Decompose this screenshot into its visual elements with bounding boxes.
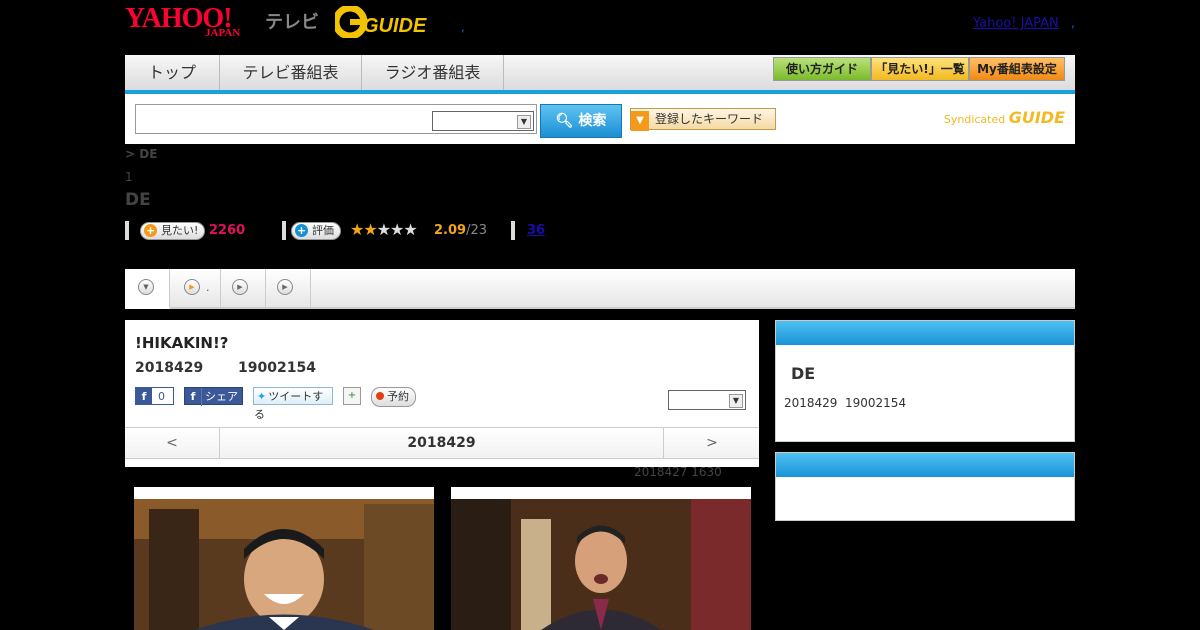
date-navigator: < 2018429 > bbox=[125, 427, 759, 459]
update-timestamp: 2018427 1630 bbox=[634, 465, 722, 479]
program-subtabs: ▼ ▶ . ▶ ▶ bbox=[125, 269, 1075, 309]
star-icon: ★ bbox=[403, 220, 417, 239]
episode-photo-1[interactable] bbox=[134, 487, 434, 630]
gguide-logo[interactable]: GUIDE bbox=[335, 6, 427, 38]
search-button-label: 検索 bbox=[578, 113, 607, 129]
search-category-select[interactable]: ▼ bbox=[432, 111, 534, 131]
play-icon: ▶ bbox=[277, 279, 293, 295]
saved-keywords-button[interactable]: ▼ 登録したキーワード bbox=[630, 108, 776, 131]
play-icon: ▶ bbox=[232, 279, 248, 295]
sidebar-panel-program: DE 2018429 19002154 bbox=[775, 320, 1075, 442]
episode-panel: !HIKAKIN!? 2018429 19002154 f0 f シェア ✦ ツイー… bbox=[125, 320, 759, 467]
page-title: DE bbox=[125, 190, 151, 210]
facebook-like-button[interactable]: f0 bbox=[135, 387, 174, 405]
gguide-logo-text: GUIDE bbox=[363, 15, 427, 37]
tv-label: テレビ bbox=[265, 12, 319, 33]
star-icon: ★ bbox=[390, 220, 404, 239]
nav-tab-label: トップ bbox=[147, 63, 196, 82]
subtab-3[interactable]: ▶ bbox=[266, 269, 311, 307]
current-date: 2018429 bbox=[407, 435, 476, 451]
chevron-down-icon: ▼ bbox=[729, 394, 743, 408]
play-icon: ▶ bbox=[184, 279, 200, 295]
want-to-watch-label: 見たい! bbox=[161, 224, 199, 237]
episode-photo-2[interactable] bbox=[451, 487, 751, 630]
rate-label: 評価 bbox=[312, 224, 334, 237]
nav-tab-label: ラジオ番組表 bbox=[384, 63, 481, 82]
search-area: ▼ 🔍︎ 検索 ▼ 登録したキーワード Syndicated GUIDE bbox=[125, 94, 1075, 144]
guide-button[interactable]: 使い方ガイド bbox=[773, 57, 871, 81]
record-dot-icon bbox=[376, 392, 384, 400]
rating-score: 2.09 bbox=[434, 223, 467, 238]
chevron-down-icon: ▼ bbox=[517, 115, 531, 129]
sidebar-program-title[interactable]: DE bbox=[791, 364, 815, 383]
nav-tab-tv-listings[interactable]: テレビ番組表 bbox=[220, 55, 362, 90]
yahoo-japan-logo: JAPAN bbox=[205, 27, 241, 39]
rating-total: /23 bbox=[466, 223, 487, 238]
episode-photo-image bbox=[451, 499, 751, 630]
episode-number: 1 bbox=[125, 170, 133, 184]
star-icon: ★ bbox=[376, 220, 391, 239]
saved-keywords-label: 登録したキーワード bbox=[655, 112, 764, 126]
sidebar-panel-secondary bbox=[775, 452, 1075, 521]
episode-time: 19002154 bbox=[238, 360, 316, 376]
subtab-2[interactable]: ▶ bbox=[221, 269, 266, 307]
facebook-share-label: シェア bbox=[205, 390, 238, 403]
subtab-1[interactable]: ▶ . bbox=[170, 269, 221, 307]
reserve-label: 予約 bbox=[387, 390, 409, 403]
sidebar-program-time: 19002154 bbox=[845, 396, 907, 410]
previous-date-button[interactable]: < bbox=[125, 428, 220, 458]
search-icon: 🔍︎ bbox=[555, 113, 574, 129]
nav-tab-top[interactable]: トップ bbox=[125, 55, 220, 90]
sidebar-program-date: 2018429 bbox=[784, 396, 838, 410]
subtab-label: . bbox=[206, 281, 210, 294]
syndicated-label: Syndicated bbox=[943, 113, 1006, 126]
episode-title: !HIKAKIN!? bbox=[135, 334, 229, 352]
sidebar-panel-header bbox=[776, 453, 1074, 477]
rate-button[interactable]: + 評価 bbox=[291, 222, 341, 240]
star-rating: ★★★★★ bbox=[350, 220, 418, 239]
star-icon: ★ bbox=[350, 220, 364, 239]
syndicated-gguide-logo: Syndicated GUIDE bbox=[944, 108, 1065, 127]
yahoo-japan-link[interactable]: Yahoo! JAPAN bbox=[973, 16, 1059, 31]
watchlist-button[interactable]: 「見たい!」一覧 bbox=[871, 57, 969, 81]
breadcrumb[interactable]: > DE bbox=[125, 147, 157, 161]
episode-date: 2018429 bbox=[135, 360, 204, 376]
header-dot-right: , bbox=[1071, 16, 1075, 30]
stat-divider bbox=[125, 221, 129, 240]
reserve-button[interactable]: 予約 bbox=[371, 387, 416, 407]
rating-value: 2.09/23 bbox=[434, 223, 487, 238]
main-nav: トップ テレビ番組表 ラジオ番組表 使い方ガイド 「見たい!」一覧 My番組表設… bbox=[125, 55, 1075, 94]
header-dot: , bbox=[461, 20, 465, 34]
sidebar-panel-header bbox=[776, 321, 1074, 345]
facebook-icon: f bbox=[185, 388, 202, 406]
stat-divider bbox=[282, 221, 286, 240]
plus-icon: + bbox=[295, 224, 308, 237]
search-button[interactable]: 🔍︎ 検索 bbox=[540, 104, 622, 138]
episode-option-select[interactable]: ▼ bbox=[668, 390, 746, 410]
next-date-button[interactable]: > bbox=[663, 428, 760, 458]
twitter-bird-icon: ✦ bbox=[257, 390, 267, 403]
chevron-down-icon: ▼ bbox=[138, 279, 154, 295]
subtab-0[interactable]: ▼ bbox=[125, 269, 170, 309]
triangle-down-icon: ▼ bbox=[631, 111, 649, 131]
facebook-icon: f bbox=[136, 388, 152, 404]
star-icon: ★ bbox=[363, 220, 377, 239]
tweet-button[interactable]: ✦ ツイートする bbox=[253, 387, 333, 421]
facebook-share-button[interactable]: f シェア bbox=[184, 387, 243, 406]
my-listing-settings-button[interactable]: My番組表設定 bbox=[969, 57, 1065, 81]
want-to-watch-button[interactable]: + 見たい! bbox=[140, 222, 206, 240]
facebook-like-count: 0 bbox=[158, 390, 165, 403]
syndicated-brand: GUIDE bbox=[1008, 108, 1065, 127]
episode-photo-image bbox=[134, 499, 434, 630]
plus-icon: + bbox=[144, 224, 157, 237]
stat-divider bbox=[511, 221, 515, 240]
review-count-link[interactable]: 36 bbox=[527, 223, 545, 238]
want-to-watch-count: 2260 bbox=[209, 223, 246, 238]
calendar-add-icon[interactable]: + bbox=[343, 387, 361, 405]
nav-tab-radio-listings[interactable]: ラジオ番組表 bbox=[362, 55, 504, 90]
nav-tab-label: テレビ番組表 bbox=[242, 63, 339, 82]
